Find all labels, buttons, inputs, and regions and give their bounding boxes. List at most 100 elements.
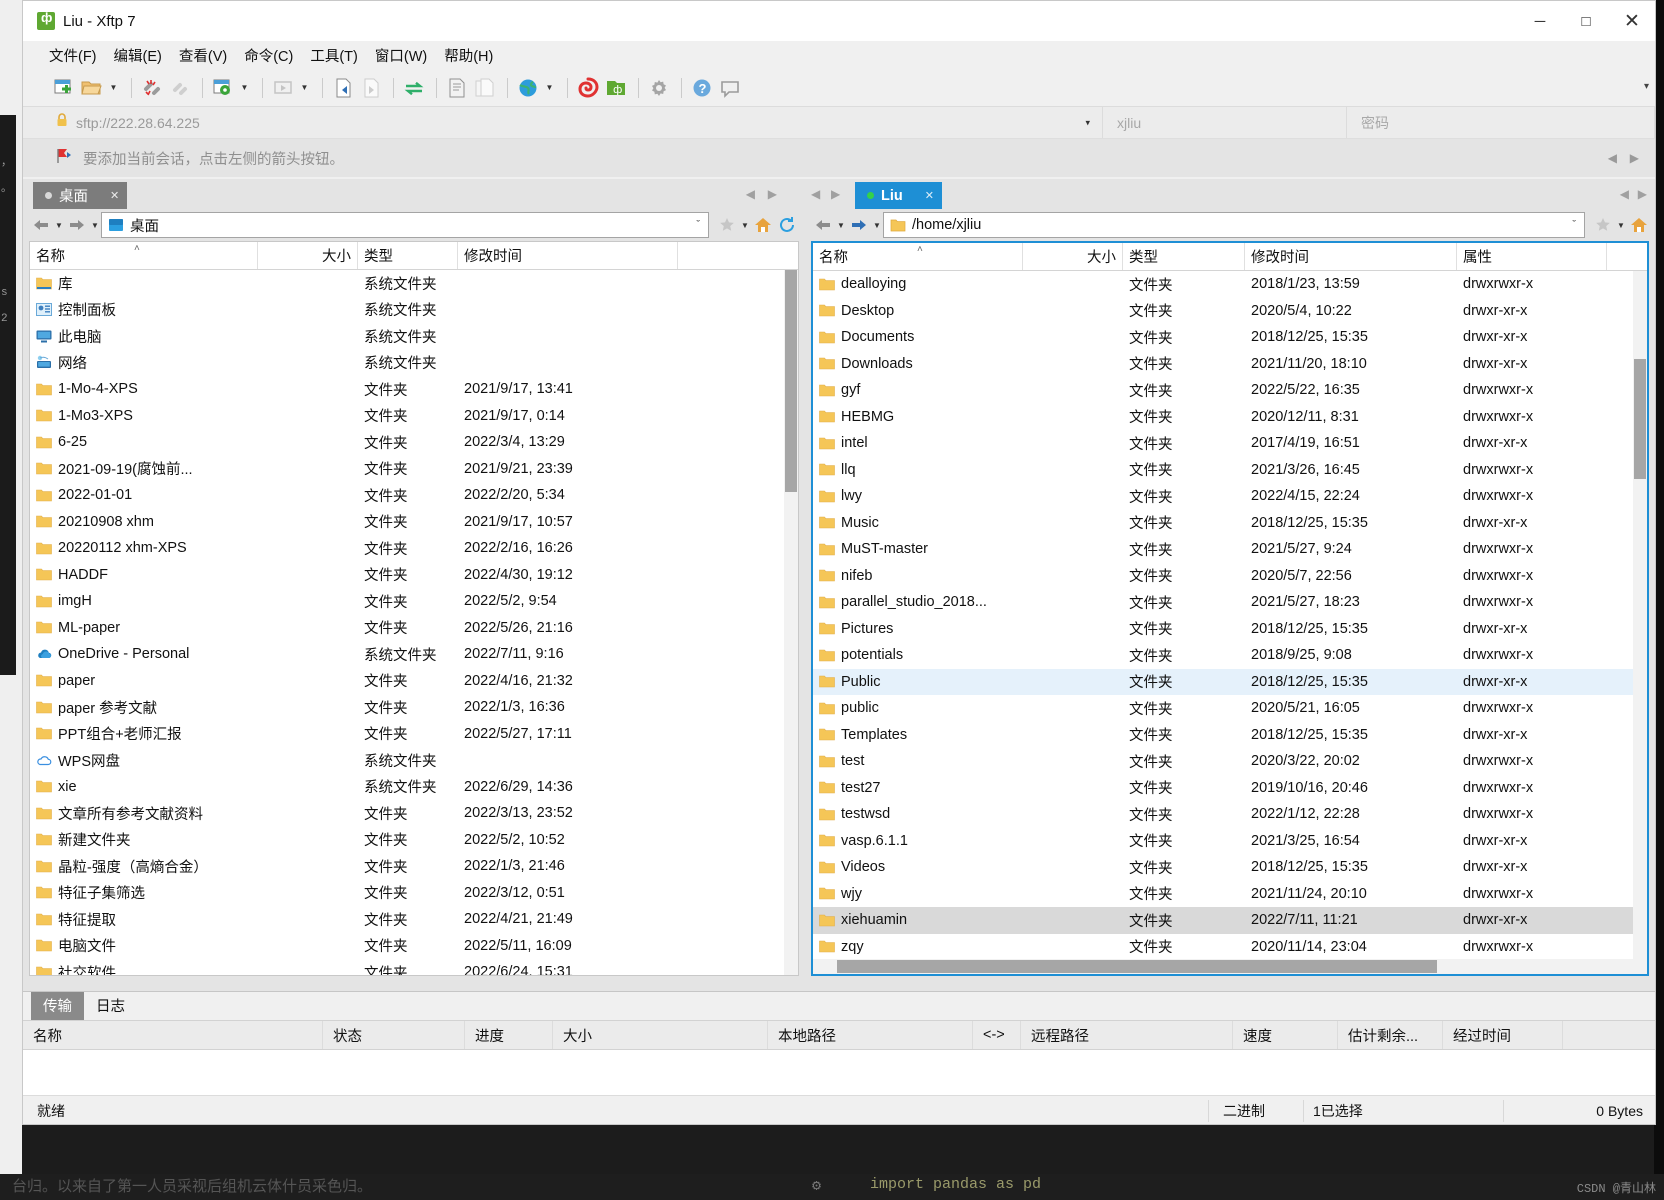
table-row[interactable]: 特征提取 文件夹 2022/4/21, 21:49 <box>30 906 798 933</box>
table-row[interactable]: testwsd 文件夹 2022/1/12, 22:28 drwxrwxr-x <box>813 801 1647 828</box>
table-row[interactable]: public 文件夹 2020/5/21, 16:05 drwxrwxr-x <box>813 695 1647 722</box>
table-row[interactable]: 新建文件夹 文件夹 2022/5/2, 10:52 <box>30 827 798 854</box>
table-row[interactable]: Downloads 文件夹 2021/11/20, 18:10 drwxr-xr-x <box>813 351 1647 378</box>
column-header-modified[interactable]: 修改时间 <box>1245 243 1457 270</box>
favorite-button[interactable] <box>715 213 739 237</box>
globe-icon[interactable] <box>515 75 541 101</box>
forward-button[interactable] <box>65 213 89 237</box>
table-row[interactable]: 2022-01-01 文件夹 2022/2/20, 5:34 <box>30 482 798 509</box>
table-row[interactable]: Desktop 文件夹 2020/5/4, 10:22 drwxr-xr-x <box>813 298 1647 325</box>
tab-desktop[interactable]: 桌面 ✕ <box>33 182 128 209</box>
table-row[interactable]: vasp.6.1.1 文件夹 2021/3/25, 16:54 drwxr-xr-x <box>813 828 1647 855</box>
maximize-button[interactable]: □ <box>1563 1 1609 41</box>
table-row[interactable]: HADDF 文件夹 2022/4/30, 19:12 <box>30 562 798 589</box>
table-row[interactable]: 20220112 xhm-XPS 文件夹 2022/2/16, 16:26 <box>30 535 798 562</box>
table-row[interactable]: 此电脑 系统文件夹 <box>30 323 798 350</box>
menu-item-window[interactable]: 窗口(W) <box>375 45 427 66</box>
column-header-local-path[interactable]: 本地路径 <box>768 1021 973 1049</box>
column-header-size[interactable]: 大小 <box>258 242 358 269</box>
table-row[interactable]: 20210908 xhm 文件夹 2021/9/17, 10:57 <box>30 509 798 536</box>
menu-item-help[interactable]: 帮助(H) <box>444 45 493 66</box>
notice-scroll-left-icon[interactable]: ◀ <box>1608 151 1617 165</box>
column-header-status[interactable]: 状态 <box>323 1021 465 1049</box>
remote-path-input[interactable]: /home/xjliu ˇ <box>883 212 1585 238</box>
column-header-speed[interactable]: 速度 <box>1233 1021 1338 1049</box>
column-header-eta[interactable]: 估计剩余... <box>1338 1021 1443 1049</box>
table-row[interactable]: Videos 文件夹 2018/12/25, 15:35 drwxr-xr-x <box>813 854 1647 881</box>
table-row[interactable]: test 文件夹 2020/3/22, 20:02 drwxrwxr-x <box>813 748 1647 775</box>
tab-log[interactable]: 日志 <box>84 992 137 1020</box>
back-history-caret[interactable]: ▼ <box>835 221 847 230</box>
username-input[interactable]: xjliu <box>1103 107 1347 138</box>
transfer-list-body[interactable] <box>23 1050 1655 1095</box>
chevron-down-icon[interactable]: ▾ <box>1085 117 1090 128</box>
table-row[interactable]: intel 文件夹 2017/4/19, 16:51 drwxr-xr-x <box>813 430 1647 457</box>
password-input[interactable]: 密码 <box>1347 107 1655 138</box>
column-header-size[interactable]: 大小 <box>553 1021 768 1049</box>
xshell-icon[interactable] <box>575 75 601 101</box>
local-tab-scroll-right-icon[interactable]: ▶ <box>768 187 777 201</box>
table-row[interactable]: WPS网盘 系统文件夹 <box>30 747 798 774</box>
menu-item-view[interactable]: 查看(V) <box>179 45 227 66</box>
remote-scroll-thumb[interactable] <box>1634 359 1646 479</box>
table-row[interactable]: Public 文件夹 2018/12/25, 15:35 drwxr-xr-x <box>813 668 1647 695</box>
table-row[interactable]: 特征子集筛选 文件夹 2022/3/12, 0:51 <box>30 880 798 907</box>
tab-transfer[interactable]: 传输 <box>31 992 84 1020</box>
table-row[interactable]: ML-paper 文件夹 2022/5/26, 21:16 <box>30 615 798 642</box>
menu-item-edit[interactable]: 编辑(E) <box>114 45 162 66</box>
column-header-modified[interactable]: 修改时间 <box>458 242 678 269</box>
tab-close-icon[interactable]: ✕ <box>110 189 119 202</box>
notice-scroll-right-icon[interactable]: ▶ <box>1630 151 1639 165</box>
help-icon[interactable]: ? <box>689 75 715 101</box>
remote-horizontal-scrollbar[interactable] <box>813 959 1633 974</box>
table-row[interactable]: 库 系统文件夹 <box>30 270 798 297</box>
remote-tab-scroll-right-icon[interactable]: ▶ <box>831 187 840 201</box>
table-row[interactable]: MuST-master 文件夹 2021/5/27, 9:24 drwxrwxr-x <box>813 536 1647 563</box>
xftp-green-icon[interactable]: ф <box>603 75 629 101</box>
table-row[interactable]: PPT组合+老师汇报 文件夹 2022/5/27, 17:11 <box>30 721 798 748</box>
column-header-type[interactable]: 类型 <box>358 242 458 269</box>
tab-close-icon[interactable]: ✕ <box>925 189 934 202</box>
table-row[interactable]: 1-Mo3-XPS 文件夹 2021/9/17, 0:14 <box>30 403 798 430</box>
favorite-button[interactable] <box>1591 213 1615 237</box>
remote-path-caret-icon[interactable]: ˇ <box>1572 219 1576 231</box>
local-scroll-thumb[interactable] <box>785 270 797 492</box>
session-options-dropdown-caret[interactable]: ▼ <box>238 75 251 101</box>
favorite-caret[interactable]: ▼ <box>739 221 751 230</box>
table-row[interactable]: 1-Mo-4-XPS 文件夹 2021/9/17, 13:41 <box>30 376 798 403</box>
table-row[interactable]: gyf 文件夹 2022/5/22, 16:35 drwxrwxr-x <box>813 377 1647 404</box>
table-row[interactable]: nifeb 文件夹 2020/5/7, 22:56 drwxrwxr-x <box>813 563 1647 590</box>
open-folder-icon[interactable] <box>79 75 105 101</box>
remote-file-list[interactable]: 名称 大小 类型 修改时间 属性 ˄ dealloying 文件夹 2018/1/2… <box>811 241 1649 976</box>
toolbar-overflow-caret[interactable]: ▾ <box>1644 81 1649 92</box>
address-input[interactable]: sftp://222.28.64.225 ▾ <box>23 107 1103 138</box>
table-row[interactable]: dealloying 文件夹 2018/1/23, 13:59 drwxrwxr-x <box>813 271 1647 298</box>
remote-tab-nav-right-icon[interactable]: ▶ <box>1638 187 1647 201</box>
remote-hscroll-thumb[interactable] <box>837 960 1437 973</box>
table-row[interactable]: paper 文件夹 2022/4/16, 21:32 <box>30 668 798 695</box>
table-row[interactable]: Music 文件夹 2018/12/25, 15:35 drwxr-xr-x <box>813 510 1647 537</box>
table-row[interactable]: test27 文件夹 2019/10/16, 20:46 drwxrwxr-x <box>813 775 1647 802</box>
table-row[interactable]: 晶粒-强度（高熵合金） 文件夹 2022/1/3, 21:46 <box>30 853 798 880</box>
table-row[interactable]: lwy 文件夹 2022/4/15, 22:24 drwxrwxr-x <box>813 483 1647 510</box>
back-button[interactable] <box>29 213 53 237</box>
table-row[interactable]: imgH 文件夹 2022/5/2, 9:54 <box>30 588 798 615</box>
column-header-attributes[interactable]: 属性 <box>1457 243 1607 270</box>
new-session-icon[interactable] <box>51 75 77 101</box>
table-row[interactable]: xie 系统文件夹 2022/6/29, 14:36 <box>30 774 798 801</box>
local-path-caret-icon[interactable]: ˇ <box>696 219 700 231</box>
menu-item-tools[interactable]: 工具(T) <box>310 45 358 66</box>
column-header-elapsed[interactable]: 经过时间 <box>1443 1021 1563 1049</box>
menu-item-file[interactable]: 文件(F) <box>49 45 97 66</box>
column-header-remote-path[interactable]: 远程路径 <box>1021 1021 1233 1049</box>
column-header-direction[interactable]: <-> <box>973 1021 1021 1049</box>
table-row[interactable]: 控制面板 系统文件夹 <box>30 297 798 324</box>
globe-dropdown-caret[interactable]: ▼ <box>543 75 556 101</box>
remote-tab-scroll-left-icon[interactable]: ◀ <box>811 187 820 201</box>
forward-history-caret[interactable]: ▼ <box>871 221 883 230</box>
forward-button[interactable] <box>847 213 871 237</box>
session-options-icon[interactable] <box>210 75 236 101</box>
local-path-input[interactable]: 桌面 ˇ <box>101 212 709 238</box>
table-row[interactable]: HEBMG 文件夹 2020/12/11, 8:31 drwxrwxr-x <box>813 404 1647 431</box>
disconnect-icon[interactable] <box>139 75 165 101</box>
